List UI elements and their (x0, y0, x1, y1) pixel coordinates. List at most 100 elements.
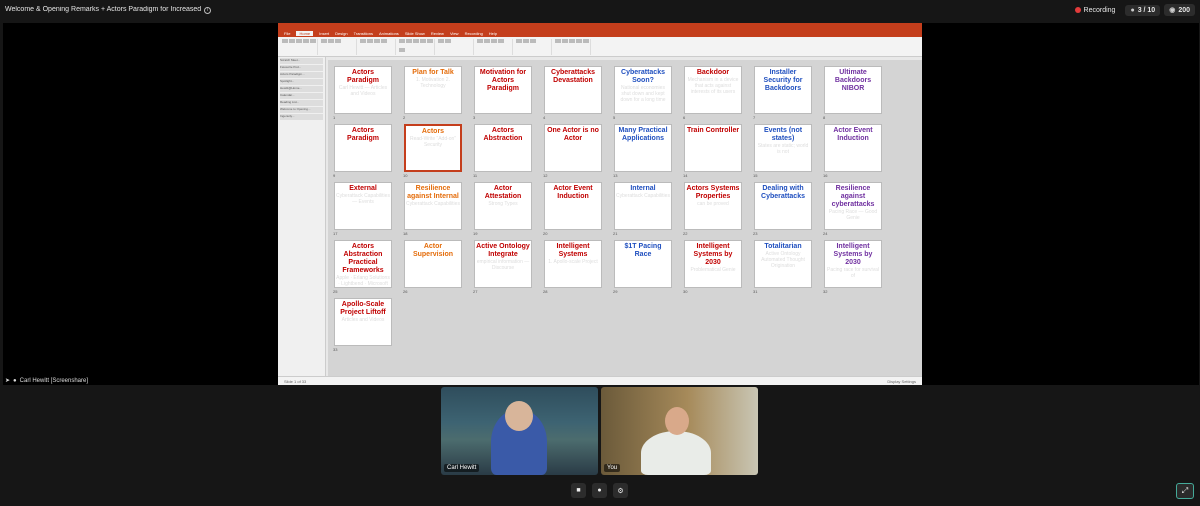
slide-thumbnail[interactable]: Many Practical Applications (614, 124, 672, 172)
outline-row[interactable]: Favourite Pod... (280, 65, 323, 71)
outline-row[interactable]: Ingenuity... (280, 114, 323, 120)
slide-thumbnail[interactable]: Intelligent Systems by 2030 Pacing race f… (824, 240, 882, 288)
eye-icon: ◉ (1169, 7, 1176, 14)
slide-thumbnail[interactable]: One Actor is no Actor (544, 124, 602, 172)
slide-thumbnail[interactable]: Apollo-Scale Project Liftoff Articles and… (334, 298, 392, 346)
slide-body: Mechanism in a device that acts against … (687, 77, 739, 95)
slide-thumbnail[interactable]: Events (not states) States are static; wo… (754, 124, 812, 172)
outline-row[interactable]: Scratch Meet... (280, 58, 323, 64)
slide-number: 10 (403, 173, 408, 178)
slide-thumbnail[interactable]: Actors Abstraction Practical Frameworks A… (334, 240, 392, 288)
participants-button[interactable]: ● 3 / 10 (1125, 4, 1161, 16)
outline-row[interactable]: Welcome to Opening... (280, 107, 323, 113)
slide-title: $1T Pacing Race (624, 243, 662, 258)
slide-title: Actor Event Induction (833, 127, 873, 142)
slide-thumbnail[interactable]: Actors Paradigm Carl Hewitt — Articles an… (334, 66, 392, 114)
pp-ribbon (278, 37, 922, 57)
slide-thumbnail[interactable]: Actor Event Induction (544, 182, 602, 230)
outline-row[interactable]: Actors Paradigm... (280, 72, 323, 78)
slide-thumbnail[interactable]: Actor Supervision (404, 240, 462, 288)
ribbon-group (438, 39, 474, 55)
slide-thumbnail[interactable]: Actors Abstraction (474, 124, 532, 172)
slide-thumbnail[interactable]: Resilience against Internal Cyberattack C… (404, 182, 462, 230)
pp-statusbar: Slide 1 of 33 Display Settings (278, 376, 922, 385)
outline-row[interactable]: Hewitt@Home... (280, 86, 323, 92)
participant-silhouette (641, 431, 711, 475)
slide-thumbnail[interactable]: Actor Event Induction (824, 124, 882, 172)
ribbon-tab[interactable]: Animations (379, 31, 399, 36)
settings-button[interactable]: ⚙ (613, 483, 628, 498)
pin-icon[interactable]: ➤ (5, 377, 10, 384)
slide-number: 4 (543, 115, 546, 120)
participant-video[interactable]: You (601, 387, 758, 475)
slide-thumbnail[interactable]: Plan for Talk 1. Motivation 2. Technology (404, 66, 462, 114)
slide-title: Apollo-Scale Project Liftoff (340, 301, 386, 316)
slide-thumbnail[interactable]: Totalitarian Active Ontology Automated Th… (754, 240, 812, 288)
slide-title: Installer Security for Backdoors (763, 69, 803, 92)
slide-title: Cyberattacks Devastation (551, 69, 595, 84)
slide-thumbnail[interactable]: Intelligent Systems by 2030 Problematical… (684, 240, 742, 288)
ribbon-tab[interactable]: Transitions (354, 31, 373, 36)
ribbon-tab[interactable]: Help (489, 31, 497, 36)
status-display-settings[interactable]: Display Settings (887, 379, 916, 384)
ribbon-tab[interactable]: View (450, 31, 459, 36)
outline-row[interactable]: Reading List... (280, 100, 323, 106)
slide-title: Active Ontology Integrate (476, 243, 530, 258)
slide-thumbnail[interactable]: Actors Paradigm (334, 124, 392, 172)
pp-outline-pane: Scratch Meet... Favourite Pod... Actors Pa… (278, 57, 326, 385)
ribbon-tab[interactable]: Home (296, 31, 314, 36)
slide-body: Pacing race for survival of (827, 267, 879, 279)
ribbon-tab[interactable]: Slide Show (405, 31, 425, 36)
pp-ribbon-tabs: File Home Insert Design Transitions Animation… (278, 30, 922, 37)
slide-number: 30 (683, 289, 688, 294)
outline-row[interactable]: Spotlight... (280, 79, 323, 85)
slide-thumbnail[interactable]: Cyberattacks Devastation (544, 66, 602, 114)
slide-title: Totalitarian (764, 243, 802, 250)
fullscreen-button[interactable]: ⤢ (1176, 483, 1194, 499)
slide-thumbnail[interactable]: Dealing with Cyberattacks (754, 182, 812, 230)
recording-indicator[interactable]: Recording (1074, 7, 1115, 14)
slide-number: 12 (543, 173, 548, 178)
outline-row[interactable]: Calendar... (280, 93, 323, 99)
slide-body: Cyberattack Capabilities (616, 193, 670, 199)
info-icon[interactable]: i (204, 7, 212, 14)
slide-thumbnail[interactable]: Active Ontology Integrate empirical infor… (474, 240, 532, 288)
ribbon-tab[interactable]: Design (335, 31, 347, 36)
slide-title: Actor Attestation (484, 185, 522, 200)
slide-thumbnail[interactable]: External Cyberattack Capabilities — Event… (334, 182, 392, 230)
slide-number: 31 (753, 289, 758, 294)
slide-number: 19 (473, 231, 478, 236)
participant-video[interactable]: Carl Hewitt (441, 387, 598, 475)
camera-button[interactable]: ■ (571, 483, 586, 498)
slide-thumbnail[interactable]: Resilience against cyberattacks Pacing Ra… (824, 182, 882, 230)
status-slide-count: Slide 1 of 33 (284, 378, 307, 384)
slide-thumbnail[interactable]: Intelligent Systems 1. Apollo-scale Proje… (544, 240, 602, 288)
ribbon-tab[interactable]: Recording (465, 31, 483, 36)
slide-thumbnail[interactable]: Actors Systems Properties can be proved (684, 182, 742, 230)
slide-thumbnail[interactable]: Train Controller (684, 124, 742, 172)
ribbon-tab[interactable]: Review (431, 31, 444, 36)
ribbon-tab[interactable]: Insert (319, 31, 329, 36)
slide-thumbnail[interactable]: Installer Security for Backdoors (754, 66, 812, 114)
slide-thumbnail[interactable]: Internal Cyberattack Capabilities (614, 182, 672, 230)
slide-sorter: Actors Paradigm Carl Hewitt — Articles an… (328, 60, 922, 376)
slide-number: 11 (473, 173, 478, 178)
slide-thumbnail[interactable]: Actor Attestation Strong Types (474, 182, 532, 230)
slide-thumbnail[interactable]: Ultimate Backdoors NIBOR (824, 66, 882, 114)
ribbon-tab[interactable]: File (284, 31, 290, 36)
slide-body: Active Ontology Automated Thought Origin… (761, 251, 805, 269)
slide-number: 29 (613, 289, 618, 294)
slide-thumbnail[interactable]: Cyberattacks Soon? National economies shu… (614, 66, 672, 114)
slide-thumbnail[interactable]: $1T Pacing Race (614, 240, 672, 288)
slide-title: Actors Systems Properties (686, 185, 740, 200)
ribbon-group (555, 39, 591, 55)
slide-thumbnail[interactable]: Motivation for Actors Paradigm (474, 66, 532, 114)
microphone-button[interactable]: ● (592, 483, 607, 498)
slide-thumbnail[interactable]: Backdoor Mechanism in a device that acts … (684, 66, 742, 114)
slide-thumbnail[interactable]: Actors Read-Write “Add-on” Security (404, 124, 462, 172)
meeting-header: Welcome & Opening Remarks + Actors Parad… (0, 0, 1200, 20)
slide-title: Events (not states) (763, 127, 803, 142)
views-button[interactable]: ◉ 200 (1164, 4, 1195, 16)
slide-title: Actors (421, 128, 445, 135)
ribbon-group (360, 39, 396, 55)
